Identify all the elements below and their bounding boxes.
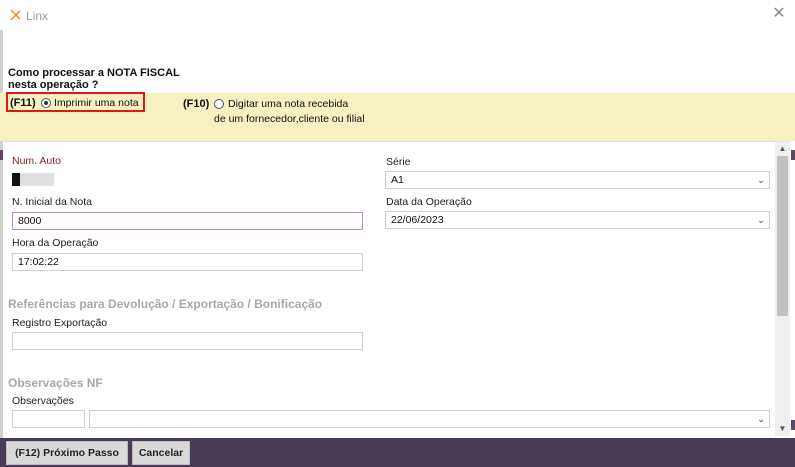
observacoes-label: Observações <box>12 395 74 407</box>
data-operacao-select[interactable]: 22/06/2023 <box>385 211 770 229</box>
cancel-button[interactable]: Cancelar <box>132 441 190 465</box>
linx-logo-icon <box>10 10 20 20</box>
num-auto-label: Num. Auto <box>12 155 62 167</box>
data-operacao-label: Data da Operação <box>386 196 472 208</box>
hora-operacao-input[interactable]: 17:02:22 <box>12 253 363 271</box>
chevron-down-icon[interactable]: ⌄ <box>756 411 766 427</box>
observacoes-select[interactable] <box>89 410 770 428</box>
f11-highlight-box <box>6 92 145 112</box>
window-title: Linx <box>26 9 49 23</box>
question-line-2: nesta operação ? <box>8 79 99 91</box>
f10-option-label-line2[interactable]: de um fornecedor,cliente ou filial <box>214 113 365 125</box>
scroll-up-arrow-icon[interactable]: ▲ <box>775 142 790 156</box>
section-referencias: Referências para Devolução / Exportação … <box>8 297 323 311</box>
next-step-button[interactable]: (F12) Próximo Passo <box>6 441 128 465</box>
hora-operacao-label: Hora da Operação <box>12 237 99 249</box>
serie-select[interactable]: A1 <box>385 171 770 189</box>
chevron-down-icon[interactable]: ⌄ <box>756 172 766 188</box>
serie-value: A1 <box>391 174 404 186</box>
close-icon[interactable]: ✕ <box>770 4 788 24</box>
scroll-down-arrow-icon[interactable]: ▼ <box>775 422 790 436</box>
registro-exportacao-label: Registro Exportação <box>12 317 108 329</box>
f10-key-label: (F10) <box>183 98 210 110</box>
window-edge-accent <box>791 420 795 430</box>
data-operacao-value: 22/06/2023 <box>391 214 444 226</box>
window-edge-accent <box>791 150 795 160</box>
question-line-1: Como processar a NOTA FISCAL <box>8 67 180 79</box>
f10-option-label-line1[interactable]: Digitar uma nota recebida <box>228 98 348 110</box>
scrollbar-thumb[interactable] <box>777 156 788 316</box>
serie-label: Série <box>386 156 411 168</box>
observacoes-code-input[interactable] <box>12 410 85 428</box>
process-question: Como processar a NOTA FISCAL nesta opera… <box>8 67 180 91</box>
n-inicial-input[interactable]: 8000 <box>12 212 363 230</box>
chevron-down-icon[interactable]: ⌄ <box>756 212 766 228</box>
num-auto-indicator <box>12 173 20 186</box>
section-observacoes: Observações NF <box>8 376 103 390</box>
f10-radio-button[interactable] <box>214 99 224 109</box>
registro-exportacao-input[interactable] <box>12 332 363 350</box>
title-bar <box>0 0 795 30</box>
n-inicial-label: N. Inicial da Nota <box>12 196 92 208</box>
